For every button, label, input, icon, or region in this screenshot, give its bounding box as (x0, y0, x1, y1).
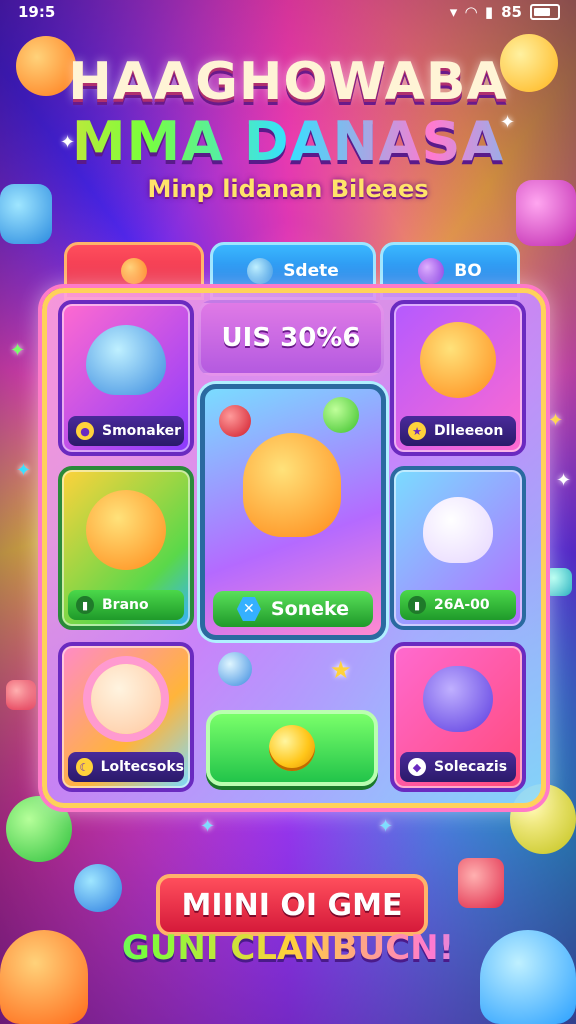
character-card[interactable]: ▮ 26A-00 (390, 466, 526, 630)
sparkle-icon: ✦ (548, 410, 564, 431)
mini-game-banner[interactable]: MIINI OI GME (156, 874, 428, 936)
white-cat-character (394, 470, 522, 590)
sparkle-icon: ✦ (16, 460, 32, 481)
blue-fish-character (62, 304, 190, 416)
red-ball (219, 405, 251, 437)
character-card[interactable]: ☾ Loltecsoks (58, 642, 194, 792)
bottom-tagline: GUNI CLANBUCN! (0, 928, 576, 968)
card-name: Loltecsoks (100, 759, 184, 775)
sparkle-icon: ✦ (378, 816, 394, 837)
sparkle-icon: ✦ (556, 470, 572, 491)
card-name: Solecazis (434, 759, 508, 775)
clock: 19:5 (18, 3, 56, 21)
sparkle-icon: ✦ (200, 816, 216, 837)
green-face-ball (323, 397, 359, 433)
purple-blob-character (394, 646, 522, 752)
featured-name: Soneke (270, 598, 350, 620)
featured-label: ✕ Soneke (213, 591, 373, 627)
shield-badge-icon: ▮ (408, 596, 426, 614)
red-gem-left (6, 680, 36, 710)
blue-orb-icon (247, 258, 274, 284)
blue-jelly (74, 864, 122, 912)
moon-badge-icon: ☾ (76, 758, 93, 776)
gold-coin-icon (269, 725, 315, 771)
purple-orb-icon (418, 258, 445, 284)
card-label: ● Smonaker (68, 416, 184, 446)
blue-bubble (218, 652, 252, 686)
coin-badge-icon: ● (76, 422, 94, 440)
card-label: ▮ 26A-00 (400, 590, 516, 620)
character-card[interactable]: ◆ Solecazis (390, 642, 526, 792)
game-title-line1: HAAGHOWABA (68, 52, 508, 112)
status-icons: ▾ ◠ ▮ 85 (450, 3, 560, 21)
tab-label: BO (454, 261, 482, 281)
shield-badge-icon: ▮ (76, 596, 94, 614)
character-card[interactable]: ★ Dlleeeon (390, 300, 526, 456)
orange-hero-character (243, 433, 341, 537)
tab-label: Sdete (283, 261, 339, 281)
signal-icon: ▾ (449, 3, 458, 21)
orange-sun-character (394, 304, 522, 416)
star-badge-icon: ★ (408, 422, 426, 440)
hexagon-icon: ✕ (236, 597, 261, 621)
battery-icon (530, 4, 560, 20)
character-card[interactable]: ▮ Brano (58, 466, 194, 630)
status-bar: 19:5 ▾ ◠ ▮ 85 (0, 0, 576, 26)
card-label: ☾ Loltecsoks (68, 752, 184, 782)
gem-badge-icon: ◆ (408, 758, 426, 776)
card-label: ★ Dlleeeon (400, 416, 516, 446)
score-display: UIS 30%6 (198, 300, 384, 376)
cell-signal-icon: ▮ (484, 3, 494, 21)
card-name: Dlleeeon (434, 423, 504, 439)
teal-gem-right (544, 568, 572, 596)
featured-character-card[interactable]: ✕ Soneke (200, 384, 386, 640)
flower-face-character (62, 646, 190, 752)
sparkle-icon: ✦ (10, 340, 26, 361)
character-card[interactable]: ● Smonaker (58, 300, 194, 456)
card-label: ▮ Brano (68, 590, 184, 620)
card-name: Smonaker (102, 423, 182, 439)
battery-text: 85 (501, 3, 522, 21)
game-subtitle: Minp lidanan Bileaes (147, 175, 429, 203)
card-name: Brano (102, 597, 149, 613)
game-title-line2: MMA DANASA (0, 110, 576, 173)
play-button[interactable] (206, 710, 378, 786)
orange-sun-character (62, 470, 190, 590)
star-icon: ★ (330, 656, 352, 684)
card-name: 26A-00 (434, 597, 490, 613)
card-label: ◆ Solecazis (400, 752, 516, 782)
wifi-icon: ◠ (465, 3, 477, 21)
red-gem (458, 858, 504, 908)
smiley-icon (121, 258, 147, 284)
